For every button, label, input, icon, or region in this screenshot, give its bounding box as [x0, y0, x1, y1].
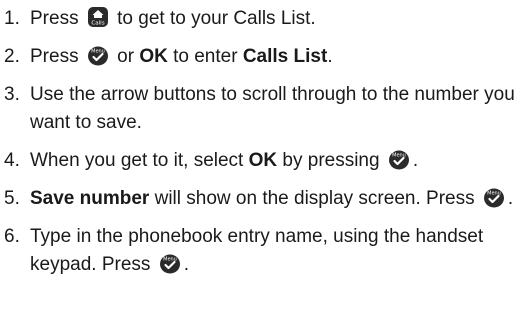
- step-5: 5. Save number will show on the display …: [4, 185, 519, 213]
- step-text: Save number will show on the display scr…: [30, 186, 514, 209]
- menu-ok-button-icon: Menu: [483, 186, 505, 208]
- steps-list: 1. Press Calls to get to your Calls List…: [4, 5, 519, 279]
- step-3: 3. Use the arrow buttons to scroll throu…: [4, 81, 519, 137]
- step-text: Press Calls to get to your Calls List.: [30, 6, 316, 29]
- step-number: 3.: [4, 84, 20, 105]
- calls-button-icon: Calls: [87, 6, 109, 28]
- step-number: 2.: [4, 46, 20, 67]
- step-1: 1. Press Calls to get to your Calls List…: [4, 5, 519, 33]
- menu-ok-button-icon: Menu: [87, 44, 109, 66]
- step-text: Type in the phonebook entry name, using …: [30, 226, 484, 275]
- step-text: When you get to it, select OK by pressin…: [30, 148, 419, 171]
- step-text: Use the arrow buttons to scroll through …: [30, 84, 515, 133]
- menu-ok-button-icon: Menu: [388, 148, 410, 170]
- step-number: 6.: [4, 226, 20, 247]
- instruction-document: 1. Press Calls to get to your Calls List…: [0, 0, 519, 325]
- step-number: 4.: [4, 150, 20, 171]
- step-number: 1.: [4, 8, 20, 29]
- step-2: 2. Press Menu or OK to enter Calls List.: [4, 43, 519, 71]
- step-text: Press Menu or OK to enter Calls List.: [30, 44, 333, 67]
- step-number: 5.: [4, 188, 20, 209]
- menu-ok-button-icon: Menu: [159, 252, 181, 274]
- step-6: 6. Type in the phonebook entry name, usi…: [4, 223, 519, 279]
- step-4: 4. When you get to it, select OK by pres…: [4, 147, 519, 175]
- svg-text:Calls: Calls: [91, 21, 104, 27]
